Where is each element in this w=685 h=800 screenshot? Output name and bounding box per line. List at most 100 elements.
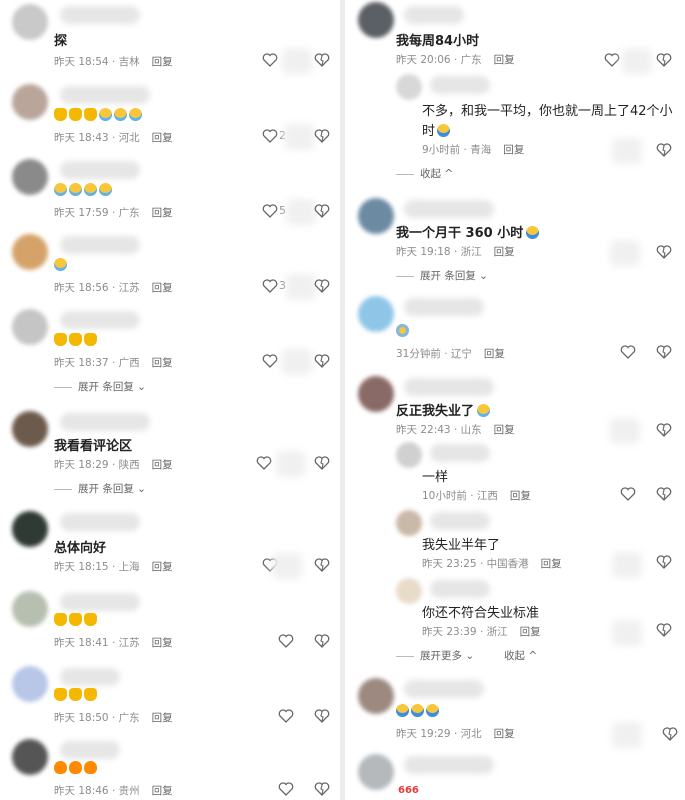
avatar[interactable]	[12, 159, 48, 195]
avatar[interactable]	[12, 511, 48, 547]
like-heart-icon[interactable]	[262, 353, 278, 369]
username-blurred[interactable]	[60, 593, 140, 611]
dislike-heart-icon[interactable]	[662, 726, 678, 742]
username-blurred[interactable]	[404, 756, 494, 774]
like-heart-icon[interactable]	[256, 455, 272, 471]
avatar[interactable]	[12, 591, 48, 627]
dislike-heart-icon[interactable]	[314, 708, 330, 724]
comment-text: 总体向好	[54, 541, 107, 556]
reply-button[interactable]: 回复	[520, 626, 541, 638]
reply-button[interactable]: 回复	[484, 348, 505, 360]
expand-replies-button[interactable]: 展开 条回复 ⌄	[54, 379, 146, 394]
username-blurred[interactable]	[60, 741, 120, 759]
reply-button[interactable]: 回复	[494, 54, 515, 66]
expand-more-button[interactable]: 展开更多 ⌄	[396, 648, 474, 663]
avatar[interactable]	[12, 309, 48, 345]
avatar[interactable]	[358, 678, 394, 714]
username-blurred[interactable]	[60, 513, 140, 531]
dislike-heart-icon[interactable]	[314, 278, 330, 294]
avatar[interactable]	[12, 411, 48, 447]
dislike-heart-icon[interactable]	[656, 142, 672, 158]
dislike-heart-icon[interactable]	[656, 344, 672, 360]
reply-button[interactable]: 回复	[152, 637, 173, 649]
username-blurred[interactable]	[60, 161, 140, 179]
username-blurred[interactable]	[60, 236, 140, 254]
like-heart-icon[interactable]	[620, 344, 636, 360]
avatar[interactable]	[12, 739, 48, 775]
avatar[interactable]	[358, 376, 394, 412]
avatar[interactable]	[12, 666, 48, 702]
avatar[interactable]	[12, 4, 48, 40]
username-blurred[interactable]	[430, 444, 490, 462]
dislike-heart-icon[interactable]	[314, 455, 330, 471]
dislike-heart-icon[interactable]	[314, 52, 330, 68]
username-blurred[interactable]	[404, 298, 484, 316]
avatar[interactable]	[358, 2, 394, 38]
username-blurred[interactable]	[404, 200, 494, 218]
reply-button[interactable]: 回复	[152, 132, 173, 144]
like-heart-icon[interactable]	[278, 633, 294, 649]
reply-button[interactable]: 回复	[152, 712, 173, 724]
dislike-heart-icon[interactable]	[314, 203, 330, 219]
dislike-heart-icon[interactable]	[656, 244, 672, 260]
reply-button[interactable]: 回复	[494, 728, 515, 740]
username-blurred[interactable]	[404, 680, 484, 698]
dislike-heart-icon[interactable]	[314, 633, 330, 649]
dislike-heart-icon[interactable]	[656, 622, 672, 638]
thumbs-up-icon	[69, 613, 82, 626]
username-blurred[interactable]	[430, 580, 490, 598]
like-heart-icon[interactable]	[262, 128, 278, 144]
username-blurred[interactable]	[60, 6, 140, 24]
reply-button[interactable]: 回复	[152, 56, 173, 68]
dislike-heart-icon[interactable]	[656, 554, 672, 570]
avatar[interactable]	[358, 754, 394, 790]
reply-button[interactable]: 回复	[494, 246, 515, 258]
username-blurred[interactable]	[60, 668, 120, 686]
dislike-heart-icon[interactable]	[314, 557, 330, 573]
username-blurred[interactable]	[60, 413, 150, 431]
like-heart-icon[interactable]	[262, 203, 278, 219]
avatar[interactable]	[396, 442, 422, 468]
dislike-heart-icon[interactable]	[314, 781, 330, 797]
username-blurred[interactable]	[430, 512, 490, 530]
reply-button[interactable]: 回复	[494, 424, 515, 436]
username-blurred[interactable]	[404, 378, 494, 396]
reply-button[interactable]: 回复	[152, 207, 173, 219]
dislike-heart-icon[interactable]	[656, 422, 672, 438]
avatar[interactable]	[12, 234, 48, 270]
expand-replies-button[interactable]: 展开 条回复 ⌄	[396, 268, 488, 283]
avatar[interactable]	[396, 578, 422, 604]
reply-button[interactable]: 回复	[152, 785, 173, 797]
dislike-heart-icon[interactable]	[656, 486, 672, 502]
avatar[interactable]	[12, 84, 48, 120]
username-blurred[interactable]	[404, 6, 464, 24]
reply-button[interactable]: 回复	[152, 459, 173, 471]
reply-button[interactable]: 回复	[510, 490, 531, 502]
avatar[interactable]	[358, 296, 394, 332]
dislike-heart-icon[interactable]	[314, 353, 330, 369]
username-blurred[interactable]	[430, 76, 490, 94]
expand-replies-button[interactable]: 展开 条回复 ⌄	[54, 481, 146, 496]
avatar[interactable]	[396, 510, 422, 536]
like-heart-icon[interactable]	[262, 52, 278, 68]
username-blurred[interactable]	[60, 311, 140, 329]
reply-button[interactable]: 回复	[152, 357, 173, 369]
dislike-heart-icon[interactable]	[314, 128, 330, 144]
like-heart-icon[interactable]	[620, 486, 636, 502]
reply-button[interactable]: 回复	[541, 558, 562, 570]
dislike-heart-icon[interactable]	[656, 52, 672, 68]
reply-button[interactable]: 回复	[152, 282, 173, 294]
username-blurred[interactable]	[60, 86, 150, 104]
like-heart-icon[interactable]	[604, 52, 620, 68]
thumbs-up-icon	[84, 108, 97, 121]
like-heart-icon[interactable]	[278, 708, 294, 724]
avatar[interactable]	[358, 198, 394, 234]
collapse-replies-button[interactable]: 收起 ^	[504, 648, 537, 663]
collapse-replies-button[interactable]: 收起 ^	[396, 166, 453, 181]
like-heart-icon[interactable]	[262, 278, 278, 294]
like-heart-icon[interactable]	[278, 781, 294, 797]
reply-button[interactable]: 回复	[152, 561, 173, 573]
comment-item: 总体向好 昨天 18:15 · 上海 回复	[0, 505, 338, 585]
reply-button[interactable]: 回复	[503, 144, 524, 156]
avatar[interactable]	[396, 74, 422, 100]
